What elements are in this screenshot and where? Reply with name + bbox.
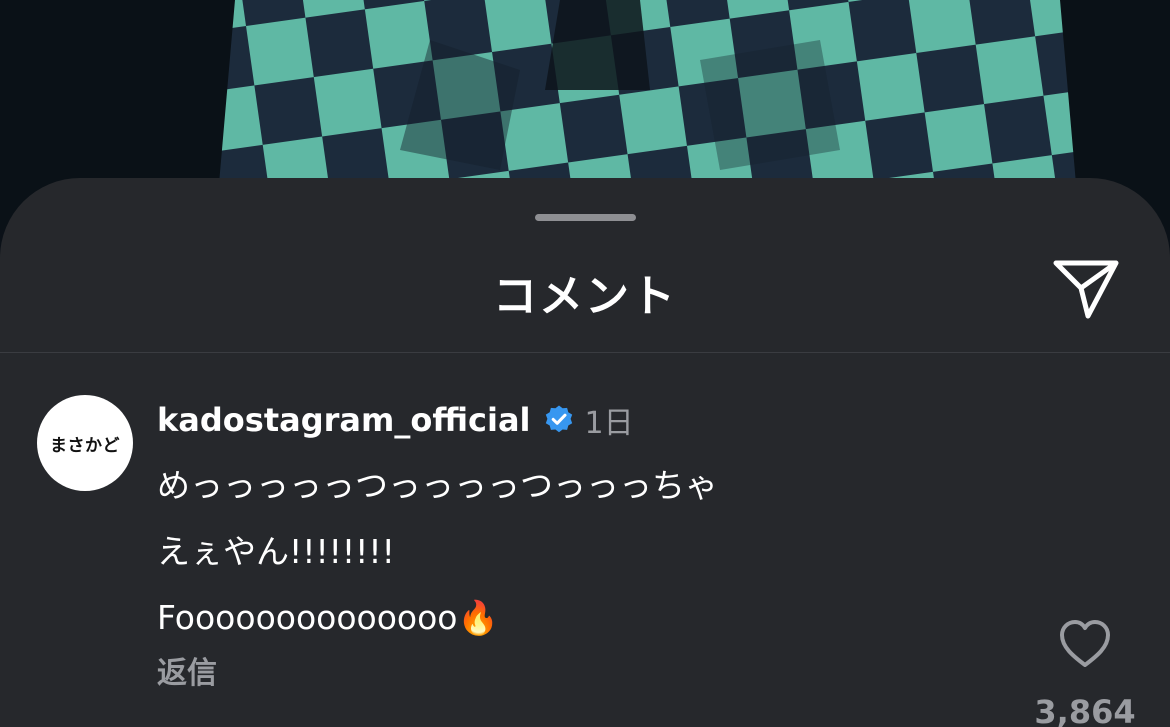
comment-header: kadostagram_official 1日 [157,397,634,443]
heart-icon [1060,620,1110,667]
sheet-title: コメント [493,271,677,322]
comment-timestamp: 1日 [584,406,634,441]
comments-sheet: コメント まさかど kadostagram_official 1日 めっっっっっ… [0,178,1170,727]
comment-item: まさかど kadostagram_official 1日 めっっっっっつっっっっ… [0,353,1170,727]
avatar-text: まさかど [50,435,120,456]
sheet-grabber[interactable] [535,214,636,221]
like-count: 3,864 [1034,693,1136,727]
like-button[interactable] [1057,618,1113,670]
share-button[interactable] [1050,254,1122,320]
comment-text: めっっっっっつっっっっつっっっちゃ えぇやん!!!!!!!! Foooooooo… [157,453,718,651]
comment-line: Foooooooooooooo🔥 [157,598,499,637]
screen: コメント まさかど kadostagram_official 1日 めっっっっっ… [0,0,1170,727]
avatar[interactable]: まさかど [37,395,133,491]
reply-button[interactable]: 返信 [157,648,217,692]
comment-line: えぇやん!!!!!!!! [157,532,395,571]
paper-plane-icon [1053,260,1119,319]
verified-badge-icon [545,405,572,433]
username-link[interactable]: kadostagram_official [157,401,531,439]
comment-line: めっっっっっつっっっっつっっっちゃ [157,466,718,505]
